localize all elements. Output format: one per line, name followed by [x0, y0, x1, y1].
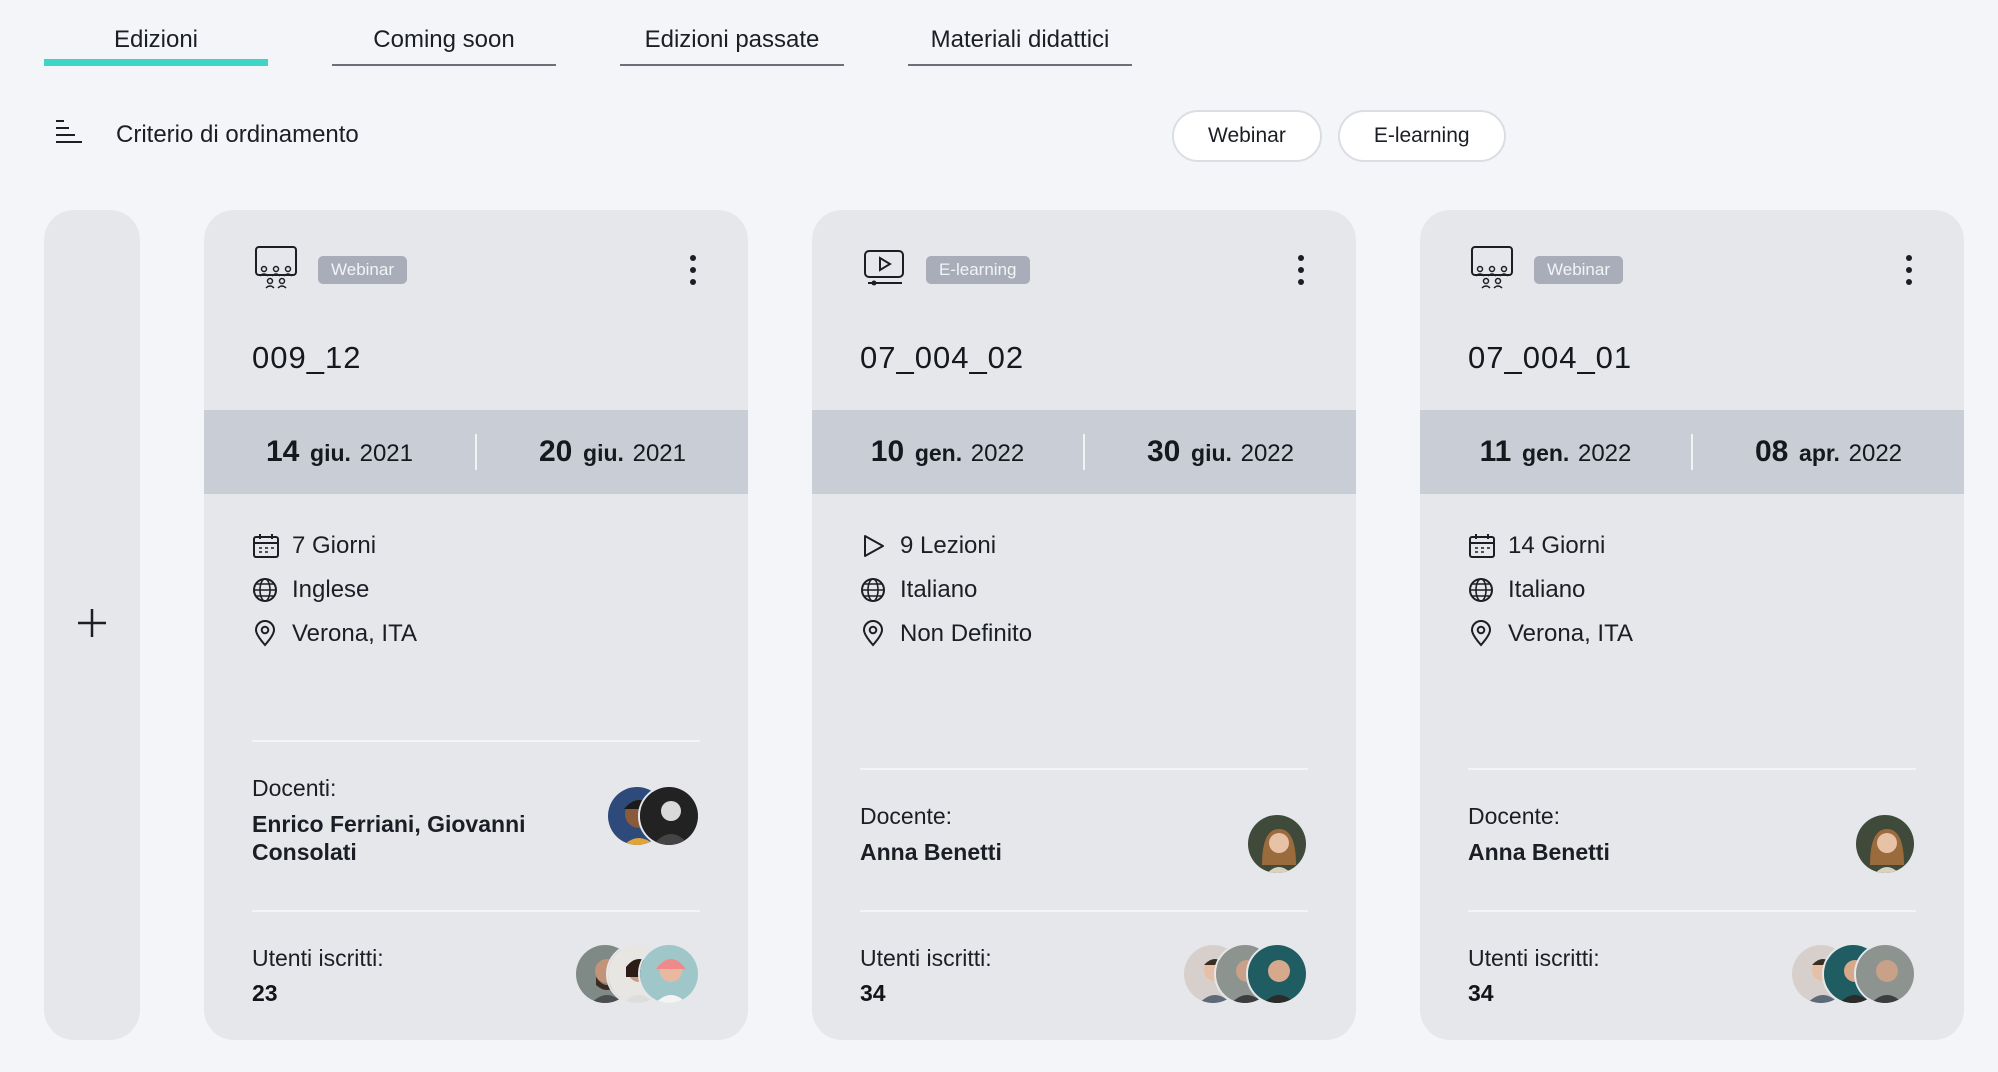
type-badge: E-learning [926, 256, 1030, 284]
teachers-names: Anna Benetti [860, 839, 1002, 865]
user-avatars [1790, 943, 1916, 1005]
location-text: Verona, ITA [1508, 620, 1633, 647]
location-text: Non Definito [900, 620, 1033, 647]
duration-text: 7 Giorni [292, 532, 377, 559]
filter-elearning-button[interactable]: E-learning [1337, 110, 1506, 162]
globe-icon [252, 577, 284, 603]
calendar-icon [252, 533, 284, 559]
start-date: 11 gen. 2022 [1479, 435, 1632, 468]
divider [252, 910, 700, 912]
date-range: 11 gen. 2022 08 apr. 2022 [1420, 410, 1964, 494]
user-avatars [1182, 943, 1308, 1005]
end-date: 30 giu. 2022 [1147, 435, 1294, 468]
add-edition-button[interactable] [44, 210, 140, 1040]
avatar[interactable] [1246, 943, 1308, 1005]
end-date: 08 apr. 2022 [1754, 435, 1903, 468]
users-section: Utenti iscritti: 34 [1468, 943, 1916, 1007]
divider [860, 768, 1308, 770]
tab-bar: Edizioni Coming soon Edizioni passate Ma… [44, 22, 1132, 66]
divider [252, 740, 700, 742]
location-text: Verona, ITA [292, 620, 417, 647]
lessons-text: 9 Lezioni [900, 532, 997, 559]
tab-edizioni[interactable]: Edizioni [44, 22, 268, 66]
start-date: 10 gen. 2022 [870, 435, 1025, 468]
edition-card[interactable]: E-learning 07_004_02 10 gen. 2022 30 giu… [812, 210, 1356, 1040]
more-options-icon[interactable] [1894, 250, 1924, 290]
play-icon [860, 533, 892, 559]
sort-label[interactable]: Criterio di ordinamento [116, 121, 359, 149]
teachers-names: Enrico Ferriani, Giovanni Consolati [252, 811, 526, 865]
language-text: Inglese [292, 576, 370, 603]
avatar[interactable] [1854, 813, 1916, 875]
date-range: 14 giu. 2021 20 giu. 2021 [204, 410, 748, 494]
more-options-icon[interactable] [1286, 250, 1316, 290]
edition-info: 9 Lezioni Italiano Non Definito [860, 524, 1032, 656]
duration-text: 14 Giorni [1508, 532, 1606, 559]
teacher-avatars [1854, 813, 1916, 875]
type-badge: Webinar [318, 256, 407, 284]
edition-info: 14 Giorni Italiano Verona, ITA [1468, 524, 1633, 656]
location-pin-icon [1468, 620, 1500, 648]
avatar[interactable] [1246, 813, 1308, 875]
language-text: Italiano [900, 576, 978, 603]
teachers-section: Docenti: Enrico Ferriani, Giovanni Conso… [252, 775, 700, 866]
divider [860, 910, 1308, 912]
users-section: Utenti iscritti: 34 [860, 943, 1308, 1007]
user-avatars [574, 943, 700, 1005]
teacher-avatars [606, 785, 700, 847]
more-options-icon[interactable] [678, 250, 708, 290]
edition-title: 07_004_02 [860, 340, 1025, 375]
type-filters: Webinar E-learning [1172, 110, 1506, 162]
edition-info: 7 Giorni Inglese Verona, ITA [252, 524, 417, 656]
avatar[interactable] [1854, 943, 1916, 1005]
edition-card[interactable]: Webinar 07_004_01 11 gen. 2022 08 apr. 2… [1420, 210, 1964, 1040]
webinar-icon [1470, 245, 1514, 296]
avatar[interactable] [638, 785, 700, 847]
teachers-names: Anna Benetti [1468, 839, 1610, 865]
teachers-section: Docente: Anna Benetti [860, 803, 1308, 875]
sort-control[interactable]: Criterio di ordinamento [54, 118, 359, 151]
divider [1468, 768, 1916, 770]
tab-materiali-didattici[interactable]: Materiali didattici [908, 22, 1132, 66]
globe-icon [1468, 577, 1500, 603]
start-date: 14 giu. 2021 [266, 435, 413, 468]
globe-icon [860, 577, 892, 603]
avatar[interactable] [638, 943, 700, 1005]
calendar-icon [1468, 533, 1500, 559]
type-badge: Webinar [1534, 256, 1623, 284]
sort-icon[interactable] [54, 118, 84, 151]
language-text: Italiano [1508, 576, 1586, 603]
tab-edizioni-passate[interactable]: Edizioni passate [620, 22, 844, 66]
webinar-icon [254, 245, 298, 296]
divider [1468, 910, 1916, 912]
plus-icon [76, 607, 108, 644]
location-pin-icon [860, 620, 892, 648]
filter-webinar-button[interactable]: Webinar [1172, 110, 1322, 162]
teacher-avatars [1246, 813, 1308, 875]
edition-title: 07_004_01 [1468, 340, 1633, 375]
teachers-label: Docente: [860, 803, 953, 829]
location-pin-icon [252, 620, 284, 648]
date-range: 10 gen. 2022 30 giu. 2022 [812, 410, 1356, 494]
edition-title: 009_12 [252, 340, 362, 375]
teachers-section: Docente: Anna Benetti [1468, 803, 1916, 875]
edition-card[interactable]: Webinar 009_12 14 giu. 2021 20 giu. 2021… [204, 210, 748, 1040]
teachers-label: Docente: [1468, 803, 1561, 829]
tab-coming-soon[interactable]: Coming soon [332, 22, 556, 66]
video-play-icon [862, 247, 906, 294]
users-section: Utenti iscritti: 23 [252, 943, 700, 1007]
end-date: 20 giu. 2021 [539, 435, 686, 468]
